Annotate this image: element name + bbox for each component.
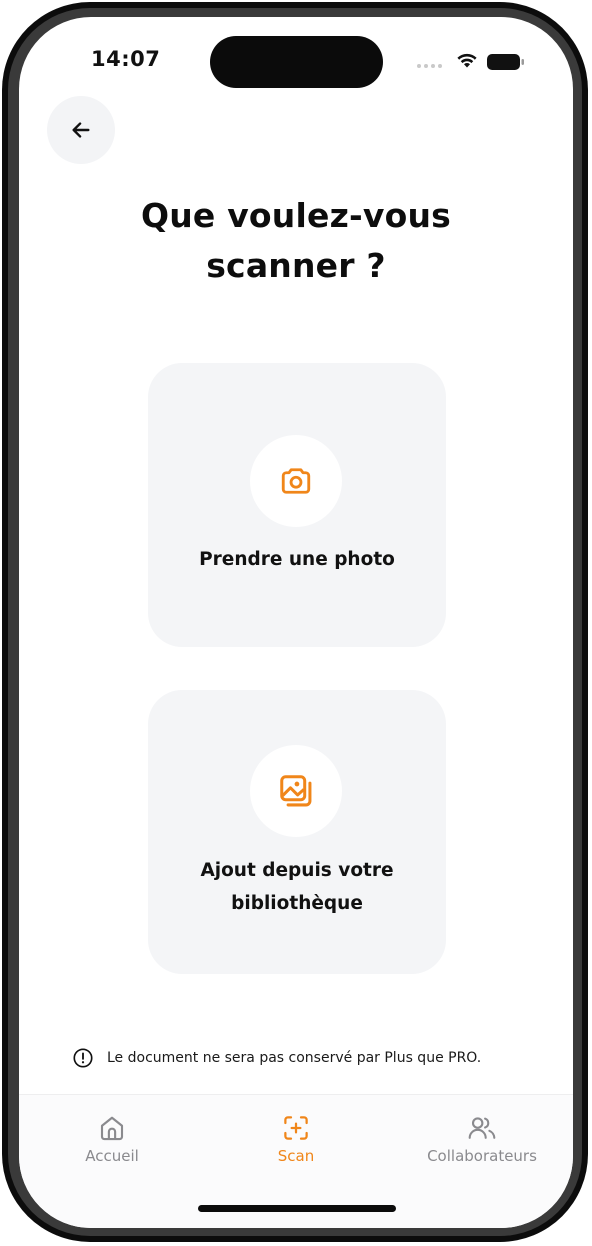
scan-add-icon: [284, 1116, 308, 1140]
privacy-notice: Le document ne sera pas conservé par Plu…: [72, 1047, 481, 1069]
library-label-line-1: Ajout depuis votre: [200, 860, 394, 881]
take-photo-icon-circle: [250, 435, 342, 527]
app-screen: 14:07 Que voulez-vous scanner ? Prendre …: [19, 17, 573, 1228]
info-circle-icon: [73, 1048, 93, 1068]
status-time: 14:07: [91, 47, 161, 71]
page-title-line-1: Que voulez-vous: [140, 196, 451, 235]
battery-icon: [487, 54, 524, 70]
page-title-line-2: scanner ?: [206, 246, 386, 285]
users-icon: [468, 1117, 496, 1139]
cellular-signal-icon: [417, 64, 442, 68]
library-label-line-2: bibliothèque: [231, 893, 363, 914]
wifi-icon: [457, 53, 477, 68]
dynamic-island: [210, 36, 383, 88]
take-photo-label: Prendre une photo: [199, 549, 395, 570]
privacy-notice-text: Le document ne sera pas conservé par Plu…: [107, 1050, 482, 1066]
tab-home-label: Accueil: [85, 1147, 139, 1165]
tab-collaborators[interactable]: Collaborateurs: [419, 1113, 545, 1165]
back-button[interactable]: [47, 96, 115, 164]
camera-icon: [281, 468, 311, 494]
tab-scan[interactable]: Scan: [265, 1113, 327, 1165]
library-icon-circle: [250, 745, 342, 837]
tab-collaborators-label: Collaborateurs: [427, 1147, 537, 1165]
tab-scan-label: Scan: [277, 1147, 315, 1165]
take-photo-option[interactable]: Prendre une photo: [148, 363, 446, 647]
arrow-left-icon: [72, 122, 90, 138]
photo-library-icon: [280, 775, 312, 807]
home-indicator: [198, 1205, 396, 1212]
tab-home[interactable]: Accueil: [79, 1113, 145, 1165]
library-option[interactable]: Ajout depuis votre bibliothèque: [148, 690, 446, 974]
home-icon: [100, 1116, 124, 1141]
page-title: Que voulez-vous scanner ?: [79, 191, 513, 291]
library-label: Ajout depuis votre bibliothèque: [158, 854, 436, 920]
